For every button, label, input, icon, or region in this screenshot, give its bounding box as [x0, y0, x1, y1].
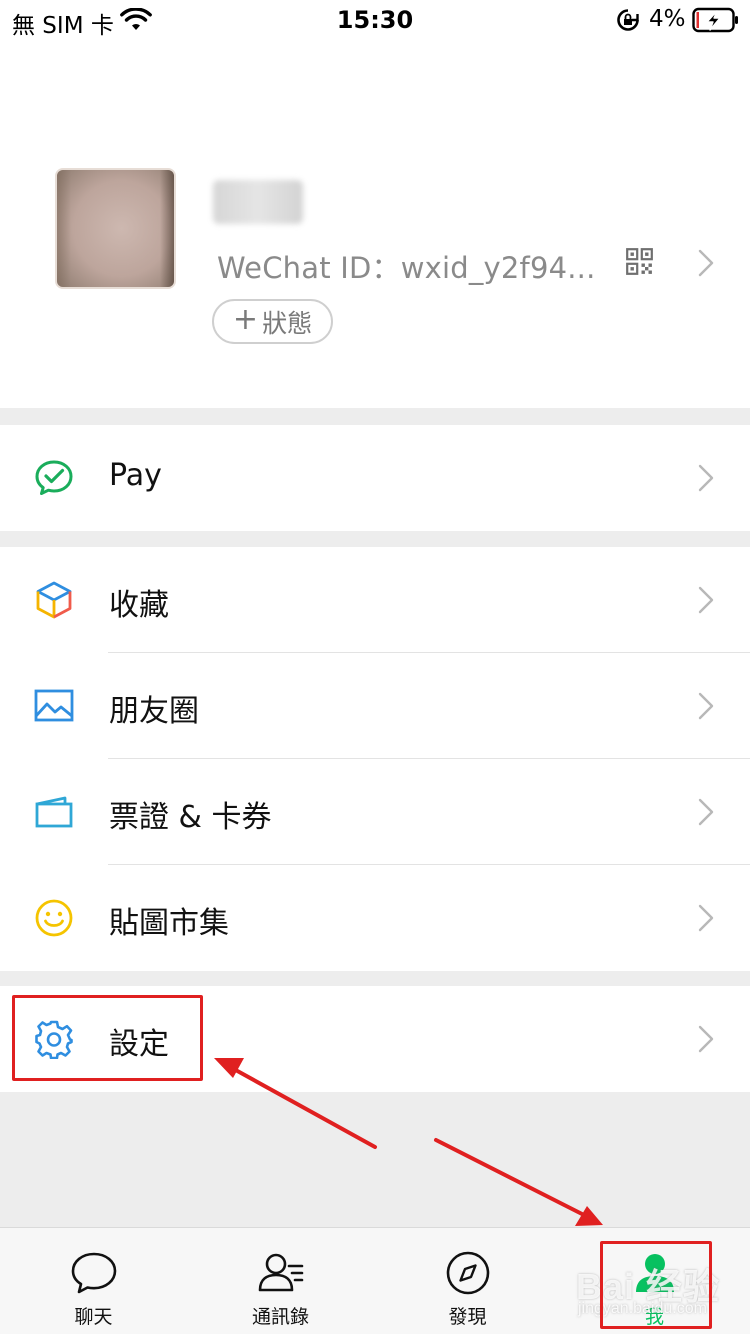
nickname-blurred — [213, 180, 303, 224]
plus-icon: + — [232, 302, 259, 337]
chevron-right-icon — [698, 1025, 714, 1053]
profile-header[interactable]: WeChat ID：wxid_y2f94... + 狀態 — [0, 40, 750, 408]
status-button-label: 狀態 — [262, 308, 313, 338]
settings-highlight-box — [12, 995, 203, 1081]
favorites-cube-icon — [36, 581, 72, 619]
moments-image-icon — [34, 689, 74, 722]
chevron-right-icon — [698, 464, 714, 492]
menu-item-label: 票證 & 卡券 — [109, 800, 272, 835]
menu-item-favorites[interactable]: 收藏 — [0, 547, 750, 653]
battery-percent: 4% — [649, 6, 686, 32]
chevron-right-icon — [698, 798, 714, 826]
wechat-id: WeChat ID：wxid_y2f94... — [217, 251, 596, 285]
me-tab-highlight-box — [600, 1241, 712, 1329]
menu-item-label: Pay — [109, 458, 162, 493]
sticker-smile-icon — [35, 899, 73, 937]
tab-label: 聊天 — [74, 1306, 113, 1328]
chevron-right-icon — [698, 586, 714, 614]
chevron-right-icon[interactable] — [697, 248, 715, 278]
lock-rotation-icon — [617, 9, 639, 31]
tab-contacts[interactable]: 通訊錄 — [187, 1228, 374, 1334]
menu-item-label: 朋友圈 — [109, 694, 199, 729]
menu-item-cards[interactable]: 票證 & 卡券 — [0, 759, 750, 865]
battery-charging-icon — [692, 7, 738, 33]
avatar[interactable] — [55, 168, 176, 289]
tab-discover[interactable]: 發現 — [374, 1228, 561, 1334]
chevron-right-icon — [698, 692, 714, 720]
chevron-right-icon — [698, 904, 714, 932]
tab-chats[interactable]: 聊天 — [0, 1228, 187, 1334]
contacts-icon — [258, 1253, 303, 1292]
tab-label: 通訊錄 — [251, 1306, 309, 1328]
tab-label: 發現 — [448, 1306, 487, 1328]
arrow-to-me-tab — [434, 1138, 603, 1226]
pay-icon — [35, 460, 73, 495]
menu-item-stickers[interactable]: 貼圖市集 — [0, 865, 750, 971]
cards-icon — [35, 796, 73, 828]
menu-item-pay[interactable]: Pay — [0, 425, 750, 531]
qr-code-icon[interactable] — [626, 248, 653, 275]
menu-item-label: 收藏 — [109, 588, 169, 623]
menu-item-moments[interactable]: 朋友圈 — [0, 653, 750, 759]
chat-bubble-icon — [71, 1252, 116, 1294]
status-bar: 無 SIM 卡 15:30 4% — [0, 0, 750, 40]
menu-group-pay: Pay — [0, 425, 750, 531]
compass-icon — [446, 1251, 489, 1295]
menu-item-label: 貼圖市集 — [109, 906, 229, 941]
menu-group-main: 收藏 朋友圈 票證 & 卡券 貼圖市集 — [0, 547, 750, 971]
add-status-button[interactable]: + 狀態 — [212, 299, 333, 344]
